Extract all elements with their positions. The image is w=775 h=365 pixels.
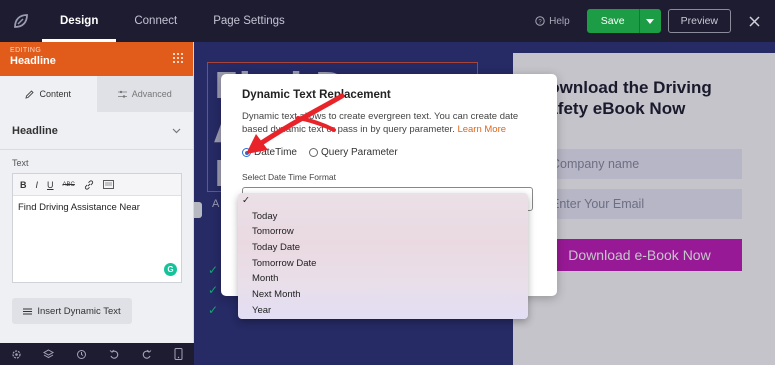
headline-section-toggle[interactable]: Headline — [0, 112, 193, 150]
text-field-label: Text — [12, 158, 29, 168]
dropdown-option-tomorrow[interactable]: Tomorrow — [238, 224, 528, 240]
help-link[interactable]: ? Help — [535, 16, 570, 27]
help-icon: ? — [535, 16, 545, 26]
tab-page-settings[interactable]: Page Settings — [195, 0, 303, 42]
undo-icon[interactable] — [109, 349, 120, 360]
close-icon — [748, 15, 760, 27]
chevron-down-icon — [172, 128, 181, 133]
toolbar-toggle-icon[interactable] — [102, 180, 114, 189]
tab-design[interactable]: Design — [42, 0, 116, 42]
editing-title: Headline — [10, 55, 56, 67]
underline-button[interactable]: U — [47, 180, 54, 190]
insert-dynamic-text-label: Insert Dynamic Text — [37, 305, 121, 317]
save-options-dropdown[interactable] — [638, 9, 661, 33]
dropdown-option-year[interactable]: Year — [238, 303, 528, 319]
select-format-label: Select Date Time Format — [242, 172, 337, 182]
drag-grid-icon[interactable] — [172, 52, 184, 64]
bold-button[interactable]: B — [20, 180, 27, 190]
editor-toolbar: B I U ABC — [13, 174, 181, 196]
link-icon[interactable] — [84, 179, 94, 190]
strikethrough-button[interactable]: ABC — [63, 182, 75, 188]
editor-sidebar: EDITING Headline Content Advanced Headli… — [0, 42, 194, 365]
top-bar: Design Connect Page Settings ? Help Save… — [0, 0, 775, 42]
dropdown-option-month[interactable]: Month — [238, 271, 528, 287]
learn-more-link[interactable]: Learn More — [457, 124, 506, 135]
editing-label: EDITING — [10, 47, 42, 54]
dropdown-option-next-month[interactable]: Next Month — [238, 287, 528, 303]
pencil-icon — [25, 89, 35, 99]
annotation-arrow-icon — [246, 93, 345, 154]
tab-content[interactable]: Content — [0, 76, 97, 112]
seedprod-logo-icon[interactable] — [0, 0, 42, 42]
date-time-format-options: ✓ Today Tomorrow Today Date Tomorrow Dat… — [238, 193, 528, 319]
caret-down-icon — [646, 18, 655, 24]
tab-advanced-label: Advanced — [131, 89, 172, 99]
tab-content-label: Content — [39, 89, 72, 99]
editor-text[interactable]: Find Driving Assistance Near — [13, 196, 181, 219]
dropdown-option-today[interactable]: Today — [238, 209, 528, 225]
italic-button[interactable]: I — [36, 180, 39, 190]
insert-dynamic-text-button[interactable]: Insert Dynamic Text — [12, 298, 132, 324]
dropdown-option-today-date[interactable]: Today Date — [238, 240, 528, 256]
tab-advanced[interactable]: Advanced — [96, 76, 193, 112]
close-builder-button[interactable] — [741, 8, 767, 34]
dropdown-option-blank[interactable]: ✓ — [238, 193, 528, 209]
save-button[interactable]: Save — [586, 9, 639, 33]
preview-button[interactable]: Preview — [667, 9, 731, 33]
history-icon[interactable] — [76, 349, 87, 360]
editing-header: EDITING Headline — [0, 42, 193, 76]
dropdown-option-tomorrow-date[interactable]: Tomorrow Date — [238, 256, 528, 272]
list-icon — [23, 308, 33, 314]
headline-text-editor[interactable]: B I U ABC Find Driving Assistance Near G — [12, 173, 182, 283]
tab-connect[interactable]: Connect — [116, 0, 195, 42]
layers-icon[interactable] — [43, 348, 55, 360]
settings-icon[interactable] — [11, 349, 22, 360]
sliders-icon — [117, 90, 127, 98]
section-title: Headline — [12, 124, 58, 137]
redo-icon[interactable] — [141, 349, 152, 360]
mobile-preview-icon[interactable] — [174, 348, 183, 360]
grammarly-icon[interactable]: G — [164, 263, 177, 276]
help-label: Help — [549, 15, 570, 27]
sidebar-bottom-toolbar — [0, 343, 194, 365]
